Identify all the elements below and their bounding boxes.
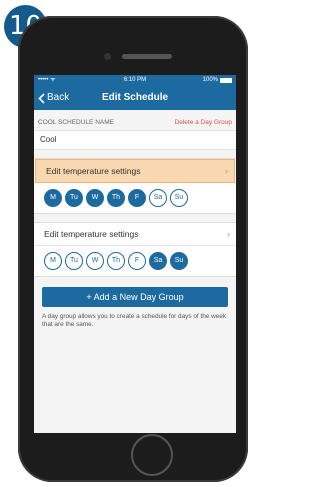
day-toggle-tu[interactable]: Tu <box>65 252 83 270</box>
nav-bar: Back Edit Schedule <box>34 86 236 110</box>
day-group-card: Edit temperature settings › M Tu W Th F Sa Su <box>34 222 236 277</box>
day-toggle-m[interactable]: M <box>44 252 62 270</box>
battery-icon <box>220 78 232 83</box>
day-selector: M Tu W Th F Sa Su <box>34 183 236 213</box>
day-toggle-f[interactable]: F <box>128 252 146 270</box>
day-toggle-sa[interactable]: Sa <box>149 252 167 270</box>
day-group-card: Edit temperature settings › M Tu W Th F Sa Su <box>34 158 236 214</box>
back-button[interactable]: Back <box>38 86 69 110</box>
battery-percent: 100% <box>202 77 218 83</box>
day-toggle-w[interactable]: W <box>86 252 104 270</box>
add-day-group-button[interactable]: + Add a New Day Group <box>42 287 228 307</box>
day-toggle-tu[interactable]: Tu <box>65 189 83 207</box>
day-toggle-su[interactable]: Su <box>170 252 188 270</box>
edit-temperature-settings-row[interactable]: Edit temperature settings › <box>34 223 236 246</box>
chevron-right-icon: › <box>225 166 228 176</box>
camera-icon <box>104 53 111 60</box>
help-text: A day group allows you to create a sched… <box>42 313 227 328</box>
section-header: COOL SCHEDULE NAME Delete a Day Group <box>34 114 236 130</box>
schedule-name-field[interactable]: Cool <box>34 130 236 150</box>
home-button[interactable] <box>131 434 173 476</box>
day-toggle-sa[interactable]: Sa <box>149 189 167 207</box>
day-toggle-th[interactable]: Th <box>107 189 125 207</box>
day-toggle-f[interactable]: F <box>128 189 146 207</box>
day-toggle-m[interactable]: M <box>44 189 62 207</box>
app-screen: ••••• ᯤ 6:10 PM 100% Back Edit Schedule … <box>34 75 236 433</box>
day-toggle-w[interactable]: W <box>86 189 104 207</box>
day-selector: M Tu W Th F Sa Su <box>34 246 236 276</box>
chevron-right-icon: › <box>227 229 230 239</box>
delete-day-group-link[interactable]: Delete a Day Group <box>175 119 232 126</box>
day-groups-list: Edit temperature settings › M Tu W Th F Sa Su Edi… <box>34 158 236 277</box>
day-toggle-su[interactable]: Su <box>170 189 188 207</box>
schedule-name-label: COOL SCHEDULE NAME <box>38 118 114 126</box>
edit-temperature-settings-row[interactable]: Edit temperature settings › <box>35 159 235 183</box>
status-bar: ••••• ᯤ 6:10 PM 100% <box>34 75 236 86</box>
edit-temperature-settings-label: Edit temperature settings <box>46 166 141 176</box>
day-toggle-th[interactable]: Th <box>107 252 125 270</box>
back-label: Back <box>47 92 70 103</box>
battery-status: 100% <box>203 75 232 86</box>
edit-temperature-settings-label: Edit temperature settings <box>44 229 139 239</box>
speaker-grille <box>122 54 172 59</box>
chevron-left-icon <box>38 92 45 104</box>
